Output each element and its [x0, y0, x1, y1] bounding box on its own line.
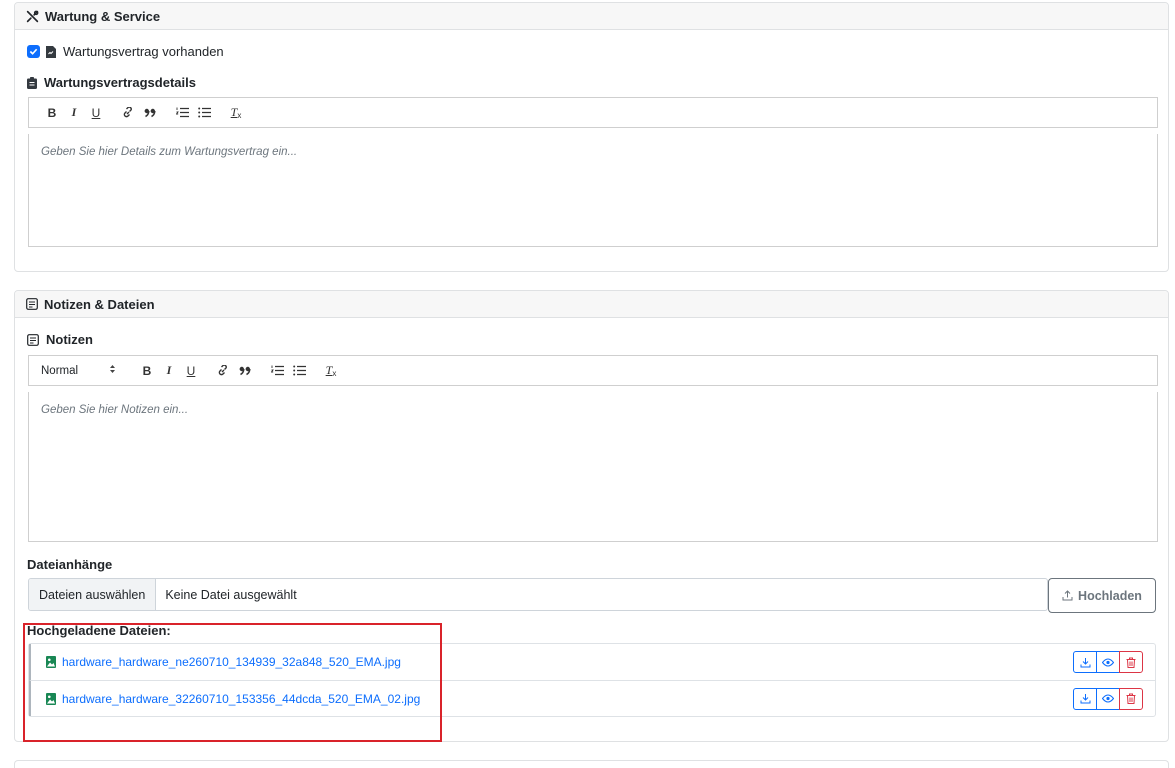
- bold-button[interactable]: B: [41, 103, 63, 123]
- notes-bold-button[interactable]: B: [136, 361, 158, 381]
- maintenance-card-header: Wartung & Service: [15, 3, 1168, 30]
- ordered-list-icon[interactable]: [171, 103, 193, 123]
- details-editor-toolbar: B I U Tx: [28, 97, 1158, 128]
- details-placeholder: Geben Sie hier Details zum Wartungsvertr…: [41, 146, 298, 158]
- format-select-value: Normal: [41, 364, 79, 377]
- attachments-label: Dateianhänge: [27, 557, 113, 572]
- maintenance-title: Wartung & Service: [45, 8, 161, 24]
- uploaded-files-label: Hochgeladene Dateien:: [27, 623, 171, 638]
- notes-editor[interactable]: Geben Sie hier Notizen ein...: [28, 392, 1158, 542]
- file-actions: [1073, 651, 1143, 673]
- upload-icon: [1062, 590, 1073, 601]
- notes-label: Notizen: [46, 332, 93, 347]
- view-button[interactable]: [1096, 651, 1120, 673]
- view-button[interactable]: [1096, 687, 1120, 710]
- notes-card: Notizen & Dateien Notizen Normal B I U T…: [14, 290, 1169, 742]
- file-link[interactable]: hardware_hardware_ne260710_134939_32a848…: [62, 655, 401, 669]
- notes-ordered-list-icon[interactable]: [266, 361, 288, 381]
- link-icon[interactable]: [117, 103, 139, 123]
- download-button[interactable]: [1073, 651, 1097, 673]
- notes-icon: [26, 298, 38, 310]
- clipboard-icon: [27, 76, 37, 89]
- notes-clear-format-icon[interactable]: Tx: [320, 361, 342, 381]
- no-file-text: Keine Datei ausgewählt: [165, 587, 297, 602]
- notes-bullet-list-icon[interactable]: [288, 361, 310, 381]
- notes-placeholder: Geben Sie hier Notizen ein...: [41, 404, 189, 416]
- notes-link-icon[interactable]: [212, 361, 234, 381]
- notes-editor-toolbar: Normal B I U Tx: [28, 355, 1158, 386]
- contract-checkbox[interactable]: [27, 45, 40, 58]
- delete-button[interactable]: [1119, 651, 1143, 673]
- underline-button[interactable]: U: [85, 103, 107, 123]
- notes-italic-button[interactable]: I: [158, 361, 180, 381]
- details-editor[interactable]: Geben Sie hier Details zum Wartungsvertr…: [28, 134, 1158, 247]
- notes-card-title: Notizen & Dateien: [44, 296, 155, 312]
- uploaded-files-list: hardware_hardware_ne260710_134939_32a848…: [28, 643, 1156, 717]
- list-item: hardware_hardware_ne260710_134939_32a848…: [29, 644, 1155, 680]
- notes-quote-icon[interactable]: [234, 361, 256, 381]
- uploaded-label-row: Hochgeladene Dateien:: [27, 623, 171, 638]
- details-label-row: Wartungsvertragsdetails: [27, 75, 196, 90]
- select-arrows-icon: [109, 364, 116, 377]
- file-input[interactable]: Dateien auswählen Keine Datei ausgewählt: [28, 578, 1048, 611]
- delete-button[interactable]: [1119, 687, 1143, 710]
- file-contract-icon: [46, 45, 56, 58]
- upload-button[interactable]: Hochladen: [1048, 578, 1156, 613]
- choose-files-button[interactable]: Dateien auswählen: [29, 579, 157, 610]
- details-label: Wartungsvertragsdetails: [44, 75, 196, 90]
- format-select[interactable]: Normal: [41, 364, 116, 377]
- bullet-list-icon[interactable]: [193, 103, 215, 123]
- file-actions: [1073, 687, 1143, 710]
- notes-label-row: Notizen: [27, 332, 93, 347]
- clear-format-icon[interactable]: Tx: [225, 103, 247, 123]
- download-button[interactable]: [1073, 687, 1097, 710]
- quote-icon[interactable]: [139, 103, 161, 123]
- file-link[interactable]: hardware_hardware_32260710_153356_44dcda…: [62, 692, 420, 706]
- upload-button-label: Hochladen: [1078, 588, 1142, 603]
- tools-icon: [26, 10, 39, 23]
- attachments-label-row: Dateianhänge: [27, 557, 112, 572]
- image-file-icon: [46, 692, 56, 705]
- image-file-icon: [46, 656, 56, 668]
- list-item: hardware_hardware_32260710_153356_44dcda…: [29, 680, 1155, 716]
- notes-label-icon: [27, 333, 39, 346]
- notes-underline-button[interactable]: U: [180, 361, 202, 381]
- italic-button[interactable]: I: [63, 103, 85, 123]
- contract-checkbox-label: Wartungsvertrag vorhanden: [63, 44, 224, 59]
- next-card-edge: [14, 760, 1169, 768]
- notes-card-header: Notizen & Dateien: [15, 291, 1168, 318]
- maintenance-card: Wartung & Service Wartungsvertrag vorhan…: [14, 2, 1169, 272]
- contract-checkbox-row[interactable]: Wartungsvertrag vorhanden: [27, 44, 224, 59]
